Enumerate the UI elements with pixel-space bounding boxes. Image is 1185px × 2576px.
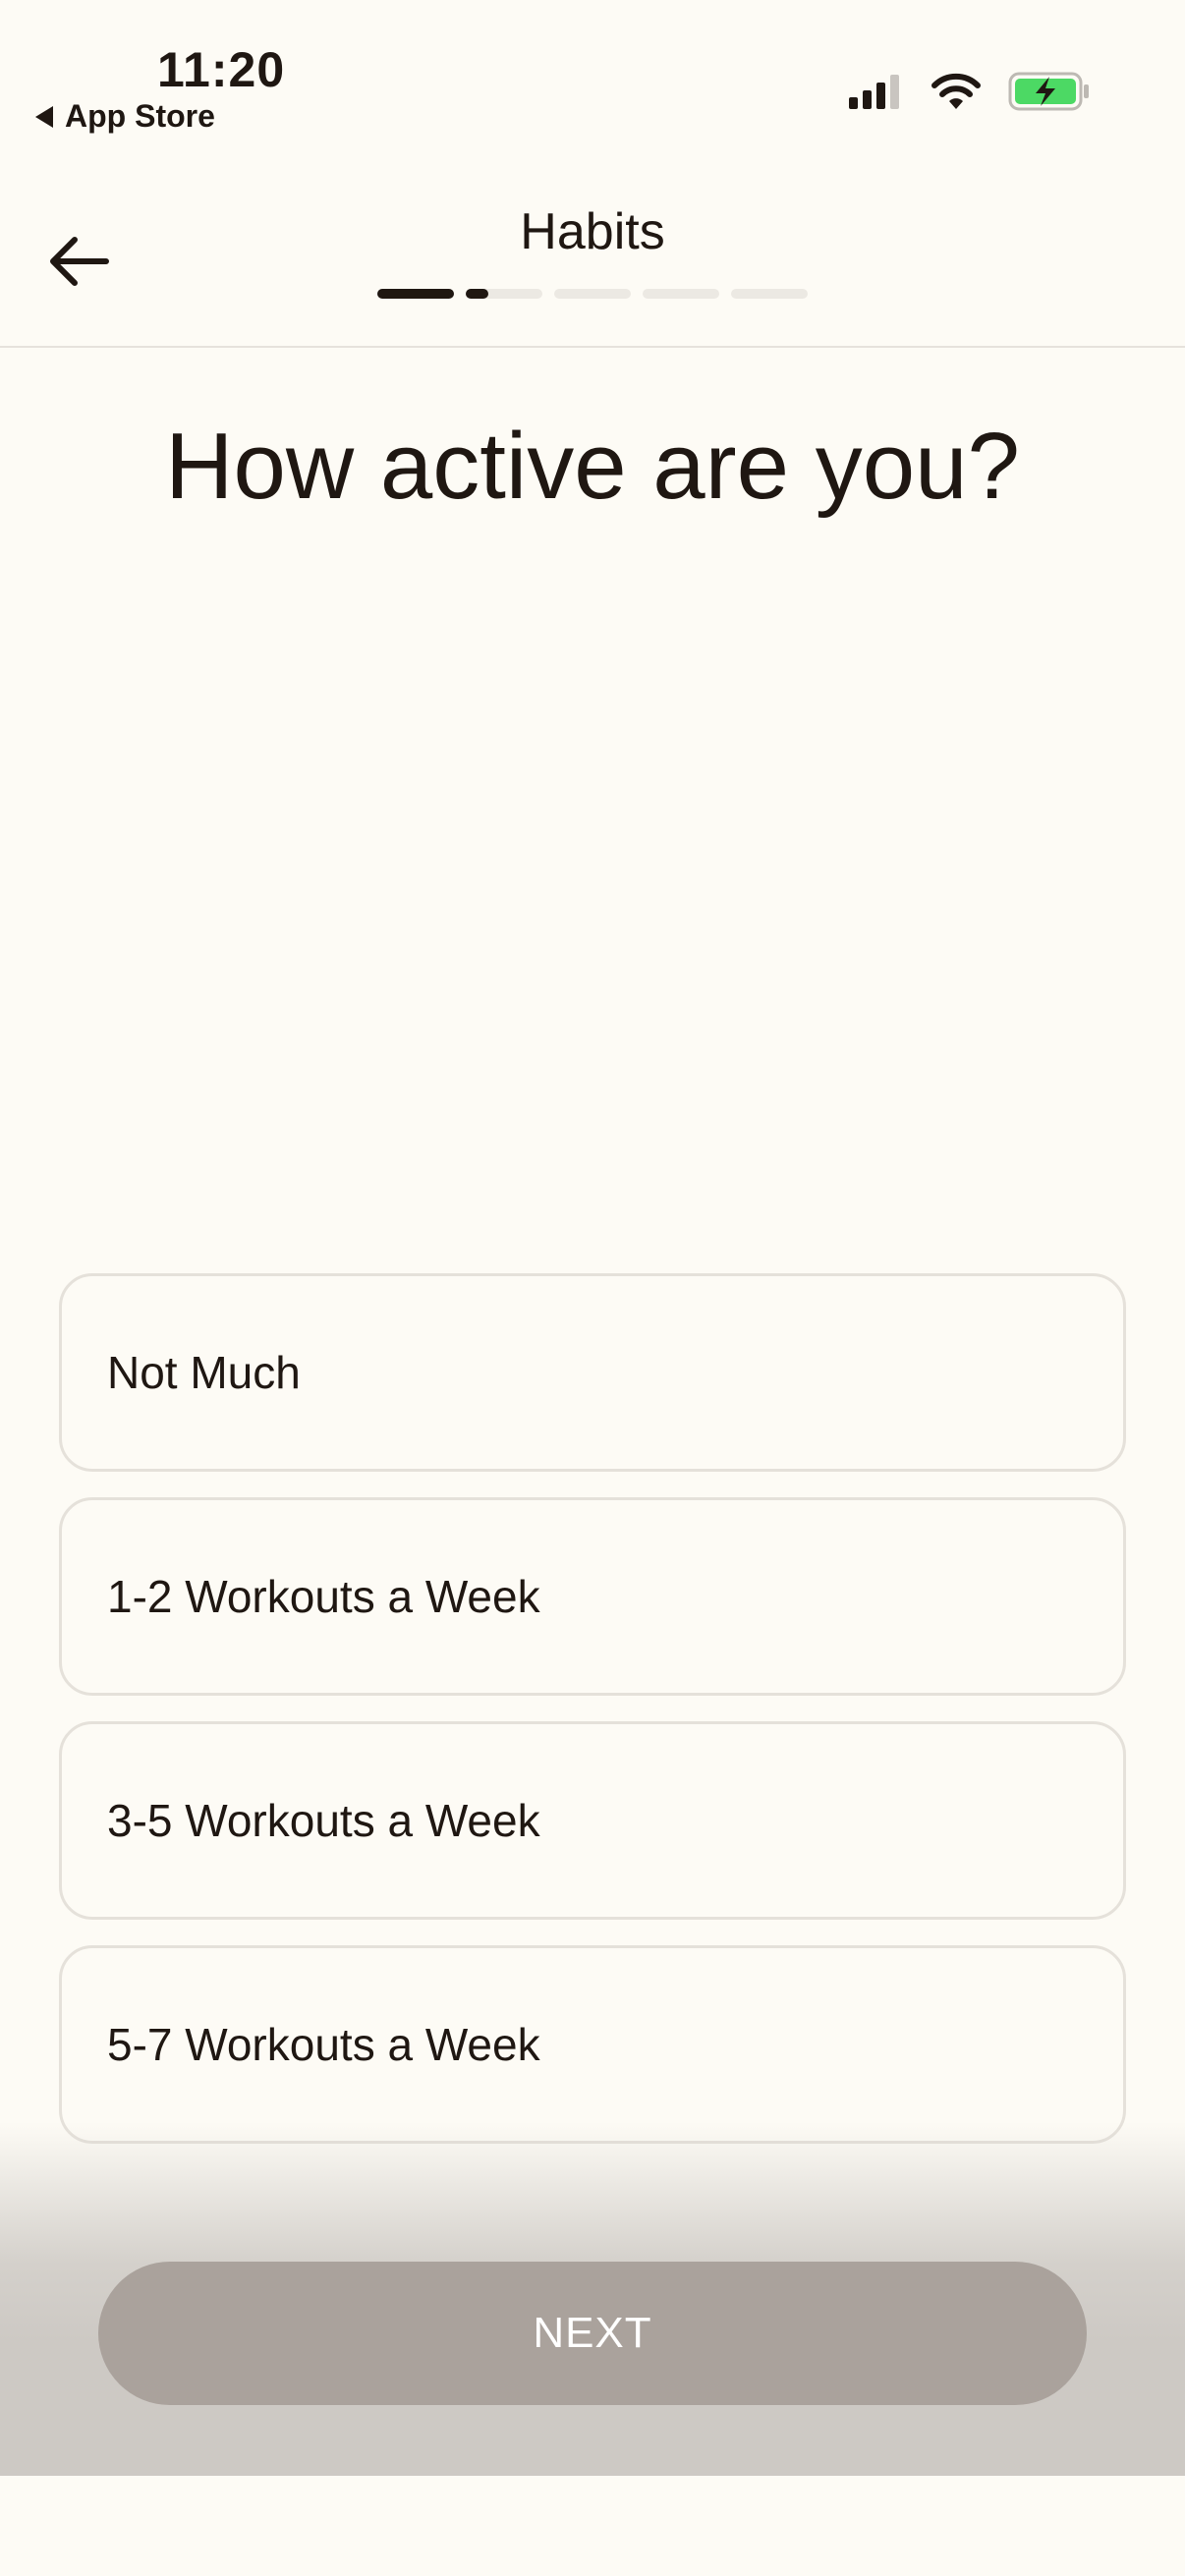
status-bar: 11:20 App Store bbox=[0, 0, 1185, 157]
battery-charging-icon bbox=[1008, 72, 1089, 111]
back-app-label: App Store bbox=[65, 98, 215, 134]
cellular-signal-icon bbox=[849, 75, 899, 109]
progress-segment bbox=[731, 289, 808, 299]
progress-segment-fill bbox=[466, 289, 488, 299]
step-progress-bar bbox=[377, 289, 810, 299]
activity-options: Not Much 1-2 Workouts a Week 3-5 Workout… bbox=[59, 1273, 1126, 2169]
question-heading: How active are you? bbox=[165, 414, 1020, 519]
option-1-2-workouts[interactable]: 1-2 Workouts a Week bbox=[59, 1497, 1126, 1696]
progress-segment bbox=[466, 289, 542, 299]
wifi-icon bbox=[931, 73, 981, 109]
option-not-much[interactable]: Not Much bbox=[59, 1273, 1126, 1472]
option-3-5-workouts[interactable]: 3-5 Workouts a Week bbox=[59, 1721, 1126, 1920]
progress-segment bbox=[377, 289, 454, 299]
next-button[interactable]: NEXT bbox=[98, 2262, 1087, 2405]
page-title: Habits bbox=[520, 203, 665, 260]
progress-segment bbox=[554, 289, 631, 299]
top-nav: Habits bbox=[0, 177, 1185, 348]
back-to-app-store-link[interactable]: App Store bbox=[35, 98, 215, 135]
progress-segment-fill bbox=[377, 289, 454, 299]
progress-segment bbox=[643, 289, 719, 299]
option-5-7-workouts[interactable]: 5-7 Workouts a Week bbox=[59, 1945, 1126, 2144]
back-triangle-icon bbox=[35, 105, 53, 128]
status-time: 11:20 bbox=[157, 42, 286, 97]
status-icons bbox=[845, 71, 1091, 112]
